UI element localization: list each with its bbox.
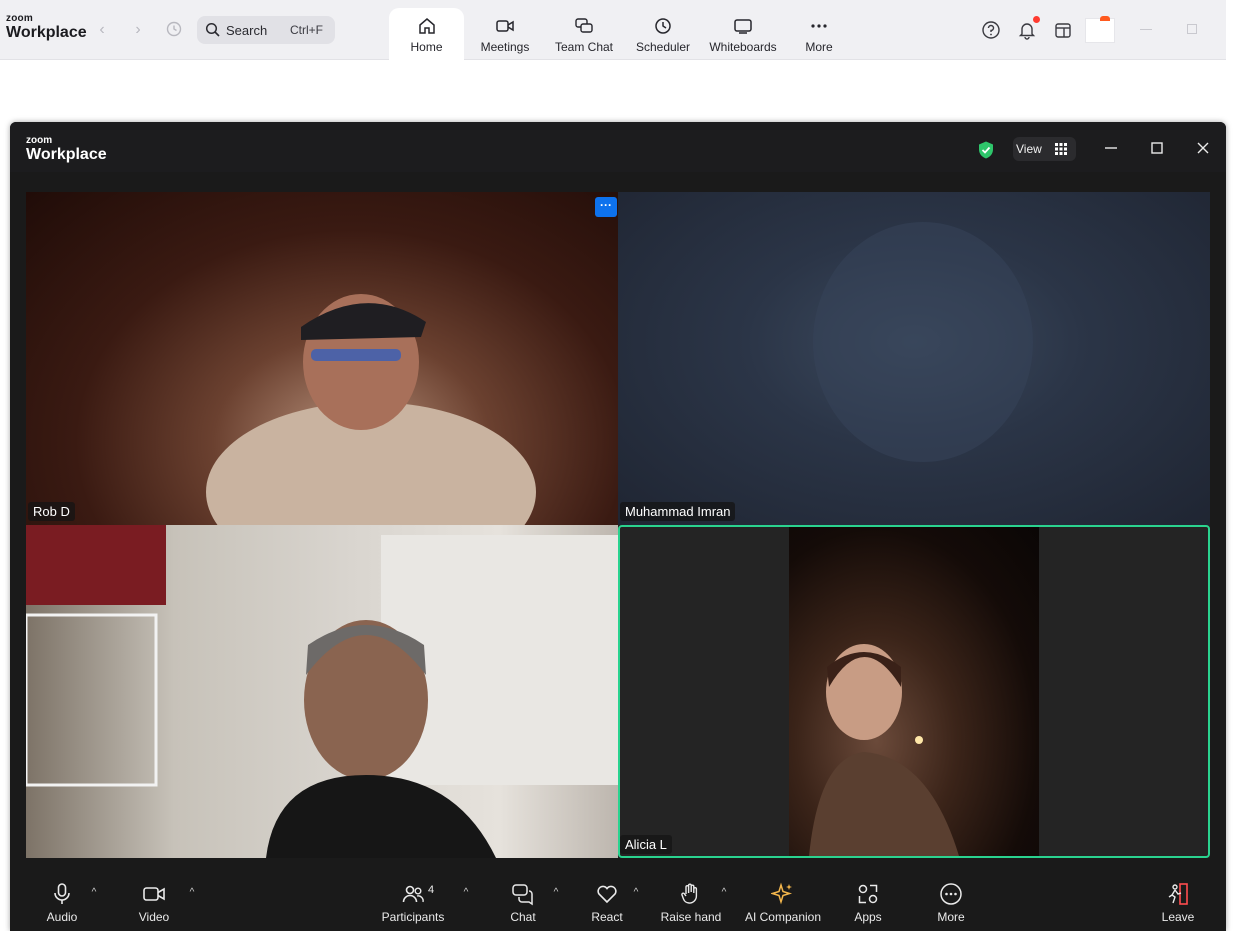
avatar[interactable] <box>1085 16 1115 43</box>
participants-icon <box>402 885 424 903</box>
chat-bubbles-icon <box>575 18 593 33</box>
calendar-icon[interactable] <box>1053 20 1073 40</box>
video-options-caret[interactable]: ^ <box>187 888 197 898</box>
video-button[interactable]: Video <box>134 882 174 924</box>
audio-button[interactable]: Audio <box>42 882 82 924</box>
shield-check-icon[interactable] <box>976 140 996 160</box>
logo-big-text: Workplace <box>6 24 87 41</box>
chat-button[interactable]: Chat <box>503 882 543 924</box>
meeting-window: zoom Workplace View ··· Rob D Muhammad I… <box>10 122 1226 931</box>
participant-name-tag: Rob D <box>28 502 75 521</box>
video-gallery: ··· Rob D Muhammad Imran Alicia L <box>26 192 1210 858</box>
tab-more[interactable]: More <box>789 8 849 60</box>
tab-home[interactable]: Home <box>389 8 464 60</box>
app-header: zoom Workplace ‹ › Search Ctrl+F Home Me… <box>0 0 1226 60</box>
tab-team-chat[interactable]: Team Chat <box>549 8 619 60</box>
meeting-maximize-icon[interactable] <box>1149 140 1165 156</box>
participant-video-2 <box>813 222 1033 462</box>
heart-icon <box>597 885 617 904</box>
participant-video-1 <box>206 294 536 525</box>
meeting-logo-small: zoom <box>26 135 53 146</box>
tab-meetings[interactable]: Meetings <box>470 8 540 60</box>
video-tile-1[interactable]: ··· Rob D <box>26 192 618 525</box>
participant-video-4 <box>789 527 1039 856</box>
tab-whiteboards[interactable]: Whiteboards <box>704 8 782 60</box>
meeting-logo-big: Workplace <box>26 146 107 163</box>
tab-scheduler[interactable]: Scheduler <box>628 8 698 60</box>
leave-button[interactable]: Leave <box>1158 882 1198 924</box>
react-options-caret[interactable]: ^ <box>631 888 641 898</box>
notification-bell-icon[interactable] <box>1017 20 1037 40</box>
search-label: Search <box>226 23 268 38</box>
raise-hand-icon <box>681 883 698 904</box>
participant-name-tag: Muhammad Imran <box>620 502 736 521</box>
participant-count: 4 <box>428 884 435 896</box>
video-tile-active-speaker[interactable]: Alicia L <box>618 525 1210 858</box>
clock-icon <box>655 18 671 34</box>
tile-options-button[interactable]: ··· <box>595 197 617 217</box>
react-button[interactable]: React <box>587 882 627 924</box>
raise-hand-options-caret[interactable]: ^ <box>719 888 729 898</box>
help-icon[interactable] <box>981 20 1001 40</box>
video-camera-icon <box>143 887 165 901</box>
participant-video-3 <box>26 525 618 858</box>
search-bar[interactable]: Search Ctrl+F <box>197 16 335 44</box>
leave-door-icon <box>1168 883 1188 905</box>
sparkle-icon <box>771 882 793 905</box>
ai-companion-button[interactable]: AI Companion <box>743 882 823 924</box>
apps-icon <box>858 884 878 904</box>
forward-arrow-icon[interactable]: › <box>128 20 148 40</box>
ellipsis-icon <box>811 24 827 28</box>
microphone-icon <box>54 883 70 904</box>
whiteboard-icon <box>734 19 752 34</box>
audio-options-caret[interactable]: ^ <box>89 888 99 898</box>
window-minimize-button[interactable] <box>1140 29 1152 30</box>
chat-bubbles-icon <box>512 884 533 906</box>
participants-button[interactable]: Participants <box>380 882 446 924</box>
meeting-close-icon[interactable] <box>1195 140 1211 156</box>
meeting-minimize-icon[interactable] <box>1103 140 1119 156</box>
search-icon <box>205 22 220 37</box>
home-icon <box>418 18 435 34</box>
notification-dot <box>1033 16 1040 23</box>
participants-options-caret[interactable]: ^ <box>461 888 471 898</box>
search-shortcut: Ctrl+F <box>290 23 323 37</box>
video-tile-2[interactable]: Muhammad Imran <box>618 192 1210 525</box>
history-icon[interactable] <box>164 20 184 40</box>
chat-options-caret[interactable]: ^ <box>551 888 561 898</box>
raise-hand-button[interactable]: Raise hand <box>660 882 722 924</box>
view-button[interactable]: View <box>1013 137 1076 161</box>
logo-small-text: zoom <box>6 13 33 24</box>
grid-icon <box>1055 143 1067 155</box>
avatar-badge <box>1100 16 1110 21</box>
meeting-title-bar: zoom Workplace View <box>10 122 1226 172</box>
app-logo: zoom Workplace <box>6 14 87 42</box>
more-button[interactable]: More <box>931 882 971 924</box>
video-tile-3[interactable] <box>26 525 618 858</box>
meeting-toolbar: Audio ^ Video ^ Participants 4 ^ Chat ^ … <box>10 874 1226 931</box>
meeting-logo: zoom Workplace <box>26 136 107 164</box>
participant-name-tag: Alicia L <box>620 835 672 854</box>
apps-button[interactable]: Apps <box>848 882 888 924</box>
back-arrow-icon[interactable]: ‹ <box>92 20 112 40</box>
window-maximize-button[interactable] <box>1187 24 1197 34</box>
video-camera-icon <box>496 20 514 32</box>
ellipsis-circle-icon <box>940 883 962 905</box>
